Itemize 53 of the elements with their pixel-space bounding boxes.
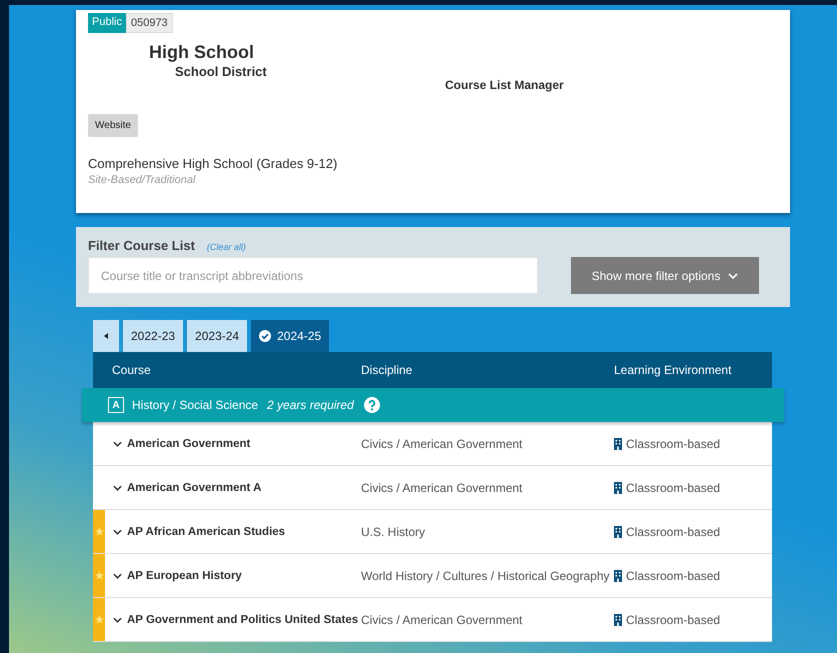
column-header: Course [111, 363, 152, 377]
group-name: History / Social Science [132, 398, 258, 412]
building-icon [614, 438, 622, 450]
check-circle-icon [259, 330, 272, 342]
previous-year-button[interactable] [93, 320, 119, 352]
course-name[interactable]: AP Government and Politics United States [127, 614, 358, 626]
star-icon [94, 527, 104, 536]
course-name[interactable]: AP African American Studies [127, 526, 286, 538]
building-icon [614, 570, 622, 582]
discipline-cell-text: Civics / American Government [361, 436, 524, 450]
discipline-cell-text: World History / Cultures / Historical Geography [361, 568, 611, 582]
expand-chevron-icon [113, 616, 122, 622]
filter-label: Filter Course List [88, 238, 195, 253]
building-icon [614, 614, 622, 626]
building-icon [614, 526, 622, 538]
search-field[interactable]: Course title or transcript abbreviations [88, 257, 538, 294]
expand-chevron-icon [113, 484, 122, 490]
environment-text: Classroom-based [626, 612, 720, 626]
building-icon [614, 482, 622, 494]
star-icon [94, 615, 104, 624]
requirement-text: 2 years required [267, 398, 354, 412]
school-model: Site-Based/Traditional [88, 174, 197, 186]
discipline-cell-text: Civics / American Government [361, 612, 524, 626]
help-icon [364, 397, 380, 413]
district-name: School District [175, 64, 268, 79]
more-filters-button[interactable]: Show more filter options [571, 257, 759, 294]
star-icon [94, 571, 104, 580]
environment-text: Classroom-based [626, 480, 720, 494]
website-button[interactable]: Website [88, 114, 138, 137]
expand-chevron-icon [113, 528, 122, 534]
environment-text: Classroom-based [626, 524, 720, 538]
triangle-left-icon [104, 333, 108, 339]
column-header: Discipline [361, 363, 414, 377]
expand-chevron-icon [113, 440, 122, 446]
course-name[interactable]: American Government A [127, 482, 262, 494]
year-tab[interactable]: 2022-23 [123, 320, 184, 352]
environment-text: Classroom-based [626, 568, 720, 582]
school-type: Comprehensive High School (Grades 9-12) [88, 156, 338, 171]
app-title: Course List Manager [445, 78, 565, 92]
school-name: High School [149, 42, 255, 63]
year-tab[interactable]: 2024-25 [251, 320, 330, 352]
chevron-down-icon [728, 272, 738, 278]
year-tab[interactable]: 2023-24 [187, 320, 248, 352]
column-header: Learning Environment [614, 363, 732, 377]
school-code: 050973 [126, 13, 173, 33]
letter-badge: A [108, 397, 124, 413]
course-name[interactable]: American Government [127, 438, 250, 450]
course-name[interactable]: AP European History [127, 570, 242, 582]
discipline-cell-text: U.S. History [361, 524, 426, 538]
expand-chevron-icon [113, 572, 122, 578]
discipline-cell-text: Civics / American Government [361, 480, 524, 494]
environment-text: Classroom-based [626, 436, 720, 450]
sector-badge: Public [88, 13, 126, 33]
